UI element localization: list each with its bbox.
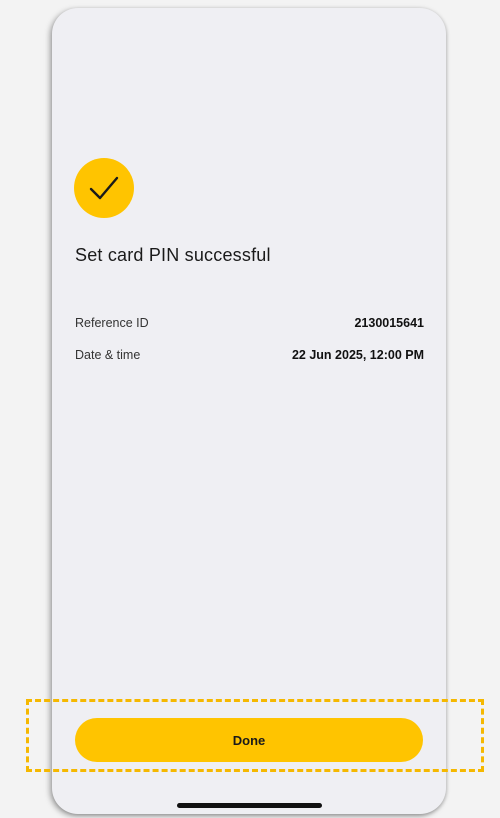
done-button[interactable]: Done	[75, 718, 423, 762]
reference-id-label: Reference ID	[75, 316, 149, 330]
date-time-value: 22 Jun 2025, 12:00 PM	[291, 348, 424, 362]
date-time-label: Date & time	[75, 348, 141, 362]
detail-row-date-time: Date & time 22 Jun 2025, 12:00 PM	[75, 348, 424, 362]
page-title: Set card PIN successful	[75, 245, 271, 265]
checkmark-icon	[89, 176, 119, 200]
phone-screen: Set card PIN successful Reference ID 213…	[52, 8, 446, 814]
detail-row-reference-id: Reference ID 2130015641	[75, 316, 424, 330]
success-checkmark-icon	[74, 158, 134, 218]
reference-id-value: 2130015641	[354, 316, 424, 330]
home-indicator	[177, 803, 322, 808]
